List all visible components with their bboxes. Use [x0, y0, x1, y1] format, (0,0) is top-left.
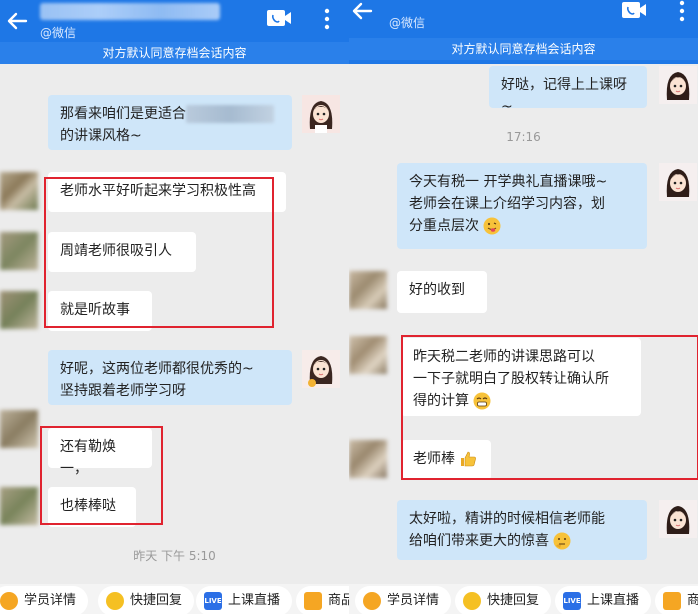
timestamp: 17:16: [506, 130, 541, 144]
agent-avatar[interactable]: [659, 163, 697, 201]
message-text: 老师会在课上介绍学习内容，划: [409, 196, 605, 212]
archive-notice: 对方默认同意存档会话内容: [349, 38, 698, 60]
message-text: 好的收到: [409, 282, 465, 298]
highlight-box: [44, 177, 274, 328]
redacted-text: [186, 105, 274, 123]
message-text: 坚持跟着老师学习呀: [60, 383, 186, 399]
highlight-box: [401, 335, 698, 480]
chat-header: @微信 对方默认同意存档会话内容: [0, 0, 349, 64]
chip-label: 快捷回复: [130, 593, 183, 608]
message-text: 太好啦，精讲的时候相信老师能: [409, 511, 605, 527]
live-icon: LIVE: [204, 592, 222, 610]
student-details-button[interactable]: 学员详情: [355, 586, 452, 614]
left-chat-panel: @微信 对方默认同意存档会话内容 那看来咱们是更适合 的讲课风格~ 老师水平好听…: [0, 0, 349, 614]
more-options-icon[interactable]: [324, 8, 330, 30]
person-icon: [0, 592, 18, 610]
message-text: 那看来咱们是更适合: [60, 106, 186, 122]
products-button[interactable]: 商品: [296, 586, 349, 614]
contact-name-blurred: [40, 3, 220, 20]
chip-label: 学员详情: [24, 593, 77, 608]
student-avatar[interactable]: [0, 172, 38, 210]
message-text: 给咱们带来更大的惊喜: [409, 533, 549, 549]
student-avatar[interactable]: [0, 232, 38, 270]
message-bubble: 好哒，记得上上课呀~: [489, 66, 647, 115]
message-bubble: 那看来咱们是更适合 的讲课风格~: [48, 95, 292, 150]
back-arrow-icon[interactable]: [4, 8, 30, 34]
chat-header: @微信 对方默认同意存档会话内容: [349, 0, 698, 64]
tongue-emoji-icon: [483, 217, 501, 235]
student-details-button[interactable]: 学员详情: [0, 586, 89, 614]
right-chat-panel: @微信 对方默认同意存档会话内容 好哒，记得上上课呀~ 17:16 今天有税一 …: [349, 0, 698, 614]
quick-reply-button[interactable]: 快捷回复: [455, 586, 552, 614]
agent-avatar[interactable]: [302, 95, 340, 133]
girl-avatar-icon: [659, 163, 697, 201]
chip-label: 上课直播: [228, 593, 281, 608]
more-options-icon[interactable]: [679, 0, 685, 22]
archive-notice: 对方默认同意存档会话内容: [0, 42, 349, 64]
message-bubble: 好呢，这两位老师都很优秀的~ 坚持跟着老师学习呀: [48, 350, 292, 405]
message-text: 好呢，这两位老师都很优秀的~: [60, 361, 254, 377]
video-call-icon[interactable]: [266, 8, 292, 28]
chip-label: 上课直播: [587, 593, 640, 608]
chip-label: 商品: [328, 593, 349, 608]
message-text: 分重点层次: [409, 218, 479, 234]
student-avatar[interactable]: [349, 271, 387, 309]
live-class-button[interactable]: LIVE 上课直播: [196, 586, 293, 614]
person-icon: [363, 592, 381, 610]
video-call-icon[interactable]: [621, 0, 647, 20]
contact-subtitle: @微信: [389, 16, 426, 30]
product-icon: [663, 592, 681, 610]
message-icon: [106, 592, 124, 610]
message-text: 的讲课风格~: [60, 128, 142, 144]
student-avatar[interactable]: [0, 291, 38, 329]
agent-avatar[interactable]: [659, 66, 697, 104]
quick-reply-button[interactable]: 快捷回复: [98, 586, 195, 614]
girl-avatar-icon: [659, 66, 697, 104]
student-avatar[interactable]: [349, 440, 387, 478]
agent-avatar[interactable]: [302, 350, 340, 388]
message-text: 今天有税一 开学典礼直播课哦~: [409, 174, 608, 190]
student-avatar[interactable]: [349, 336, 387, 374]
message-icon: [463, 592, 481, 610]
student-avatar[interactable]: [0, 410, 38, 448]
highlight-box: [40, 426, 163, 525]
message-text: 好哒，记得上上课呀~: [501, 77, 627, 115]
quick-action-bar: 学员详情 快捷回复 LIVE 上课直播 商品: [349, 584, 698, 614]
contact-subtitle: @微信: [40, 26, 77, 40]
chip-label: 学员详情: [387, 593, 440, 608]
student-avatar[interactable]: [0, 487, 38, 525]
quick-action-bar: 学员详情 快捷回复 LIVE 上课直播 商品: [0, 584, 349, 614]
chip-label: 快捷回复: [487, 593, 540, 608]
girl-avatar-icon: [659, 500, 697, 538]
timestamp: 昨天 下午 5:10: [133, 549, 216, 563]
live-class-button[interactable]: LIVE 上课直播: [555, 586, 652, 614]
girl-avatar-icon: [302, 350, 340, 388]
products-button[interactable]: 商品: [655, 586, 698, 614]
girl-avatar-icon: [302, 95, 340, 133]
product-icon: [304, 592, 322, 610]
back-arrow-icon[interactable]: [349, 0, 375, 24]
agent-avatar[interactable]: [659, 500, 697, 538]
message-bubble: 太好啦，精讲的时候相信老师能 给咱们带来更大的惊喜: [397, 500, 647, 560]
message-bubble: 好的收到: [397, 271, 487, 313]
message-bubble: 今天有税一 开学典礼直播课哦~ 老师会在课上介绍学习内容，划 分重点层次: [397, 163, 647, 249]
thinking-emoji-icon: [553, 532, 571, 550]
live-icon: LIVE: [563, 592, 581, 610]
chip-label: 商品: [687, 593, 698, 608]
